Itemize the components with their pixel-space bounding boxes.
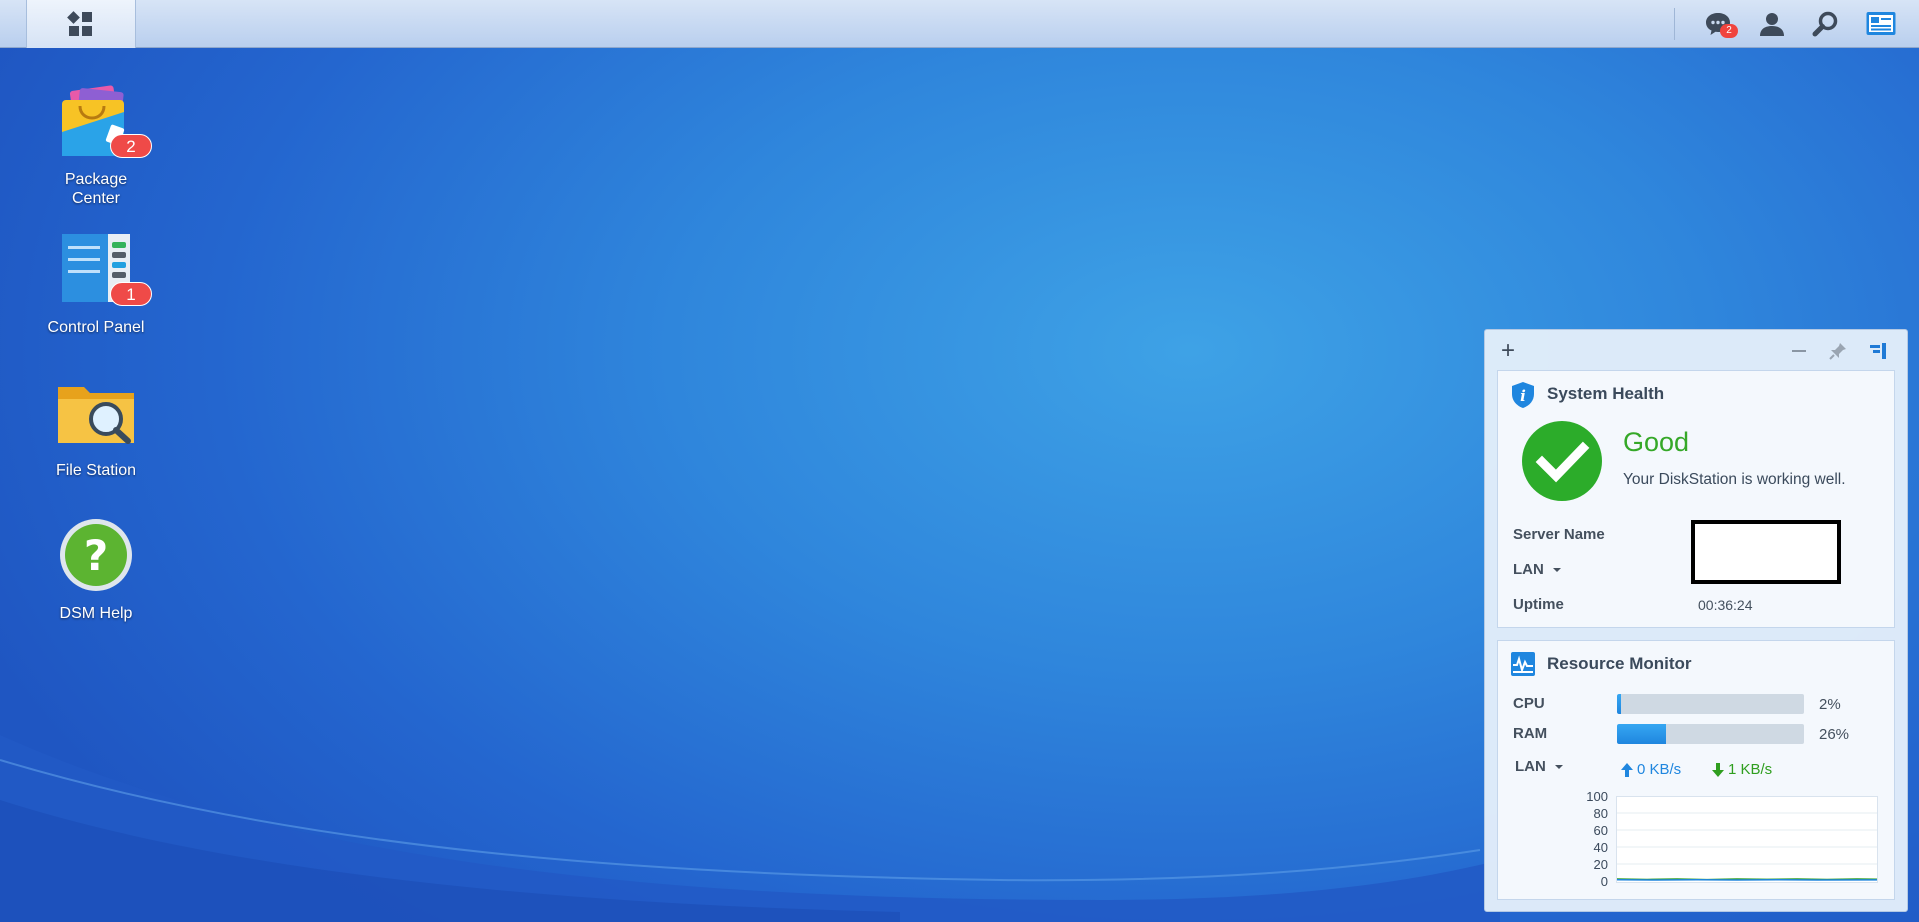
chart-y-tick: 80 bbox=[1593, 806, 1608, 821]
notifications-badge: 2 bbox=[1720, 24, 1738, 38]
upload-speed: 0 KB/s bbox=[1620, 761, 1681, 778]
pin-icon bbox=[1829, 343, 1846, 360]
package-center-icon: 2 bbox=[54, 82, 152, 166]
package-center-badge: 2 bbox=[110, 134, 152, 158]
user-icon bbox=[1760, 13, 1784, 36]
chevron-down-icon bbox=[1552, 567, 1561, 572]
add-widget-label: + bbox=[1500, 337, 1515, 364]
download-speed-value: 1 KB/s bbox=[1728, 761, 1773, 778]
control-panel-icon: 1 bbox=[54, 230, 152, 314]
health-status: Good bbox=[1623, 427, 1690, 457]
taskbar: 2 bbox=[0, 0, 1919, 48]
widgets-panel: + i System Health Good Your DiskStation … bbox=[1484, 329, 1908, 912]
upload-arrow-icon bbox=[1621, 762, 1633, 777]
network-lan-label: LAN bbox=[1515, 758, 1546, 775]
chart-y-tick: 100 bbox=[1586, 789, 1608, 804]
download-arrow-icon bbox=[1712, 762, 1724, 777]
desktop-icon-control-panel[interactable]: 1 Control Panel bbox=[26, 230, 166, 337]
help-icon: ? bbox=[54, 516, 138, 600]
chart-y-tick: 20 bbox=[1593, 857, 1608, 872]
apps-grid-icon bbox=[67, 11, 92, 36]
cpu-usage-fill bbox=[1617, 694, 1621, 714]
server-name-label: Server Name bbox=[1513, 526, 1605, 543]
search-button[interactable] bbox=[1806, 0, 1846, 48]
desktop: 2 2 Package Center 1 Control Panel File … bbox=[0, 0, 1919, 922]
minimize-widgets-button[interactable] bbox=[1786, 338, 1812, 364]
chevron-down-icon bbox=[1554, 764, 1563, 769]
control-panel-badge: 1 bbox=[110, 282, 152, 306]
uptime-value: 00:36:24 bbox=[1698, 597, 1753, 613]
resource-monitor-title: Resource Monitor bbox=[1547, 654, 1692, 673]
chart-y-tick: 0 bbox=[1600, 874, 1608, 889]
ram-percent: 26% bbox=[1819, 726, 1850, 743]
dock-right-icon bbox=[1870, 343, 1886, 359]
desktop-icon-label: File Station bbox=[55, 462, 137, 479]
svg-text:i: i bbox=[1520, 387, 1526, 405]
dock-widgets-button[interactable] bbox=[1865, 338, 1891, 364]
ram-label: RAM bbox=[1513, 725, 1548, 742]
uptime-label: Uptime bbox=[1513, 596, 1564, 613]
resource-monitor-icon bbox=[1511, 652, 1535, 676]
desktop-icon-label: DSM Help bbox=[59, 605, 133, 622]
network-lan-dropdown[interactable]: LAN bbox=[1515, 758, 1566, 775]
cpu-usage-bar bbox=[1617, 694, 1804, 714]
chart-y-tick: 40 bbox=[1593, 840, 1608, 855]
health-description: Your DiskStation is working well. bbox=[1623, 471, 1846, 488]
widgets-button[interactable] bbox=[1861, 0, 1901, 48]
add-widget-button[interactable]: + bbox=[1495, 338, 1521, 364]
download-speed: 1 KB/s bbox=[1711, 761, 1772, 778]
svg-text:?: ? bbox=[84, 531, 108, 580]
minus-icon bbox=[1792, 350, 1806, 352]
pin-widgets-button[interactable] bbox=[1825, 338, 1851, 364]
system-health-widget: i System Health Good Your DiskStation is… bbox=[1497, 370, 1895, 628]
network-usage-chart bbox=[1616, 796, 1878, 883]
user-button[interactable] bbox=[1752, 0, 1792, 48]
network-chart-plot bbox=[1616, 812, 1878, 881]
check-circle-icon bbox=[1522, 421, 1602, 501]
resource-monitor-widget: Resource Monitor CPU 2% RAM 26% LAN 0 KB… bbox=[1497, 640, 1895, 900]
ram-usage-bar bbox=[1617, 724, 1804, 744]
server-name-value bbox=[1691, 520, 1841, 584]
desktop-icon-file-station[interactable]: File Station bbox=[26, 373, 166, 480]
search-icon bbox=[1812, 11, 1838, 37]
widgets-icon bbox=[1866, 12, 1896, 35]
desktop-icon-dsm-help[interactable]: ? DSM Help bbox=[26, 516, 166, 623]
lan-label: LAN bbox=[1513, 561, 1544, 578]
main-menu-button[interactable] bbox=[26, 0, 136, 48]
desktop-icon-label: Package Center bbox=[64, 171, 128, 207]
cpu-percent: 2% bbox=[1819, 696, 1841, 713]
desktop-icon-package-center[interactable]: 2 Package Center bbox=[26, 82, 166, 208]
lan-dropdown[interactable]: LAN bbox=[1513, 561, 1564, 578]
widgets-toolbar: + bbox=[1485, 330, 1907, 370]
notifications-button[interactable]: 2 bbox=[1698, 0, 1738, 48]
file-station-icon bbox=[54, 373, 138, 457]
ram-usage-fill bbox=[1617, 724, 1666, 744]
cpu-label: CPU bbox=[1513, 695, 1545, 712]
chart-y-tick: 60 bbox=[1593, 823, 1608, 838]
system-health-title: System Health bbox=[1547, 384, 1665, 403]
taskbar-separator bbox=[1674, 8, 1675, 40]
shield-info-icon: i bbox=[1512, 382, 1534, 408]
desktop-icon-label: Control Panel bbox=[47, 319, 145, 336]
upload-speed-value: 0 KB/s bbox=[1637, 761, 1682, 778]
